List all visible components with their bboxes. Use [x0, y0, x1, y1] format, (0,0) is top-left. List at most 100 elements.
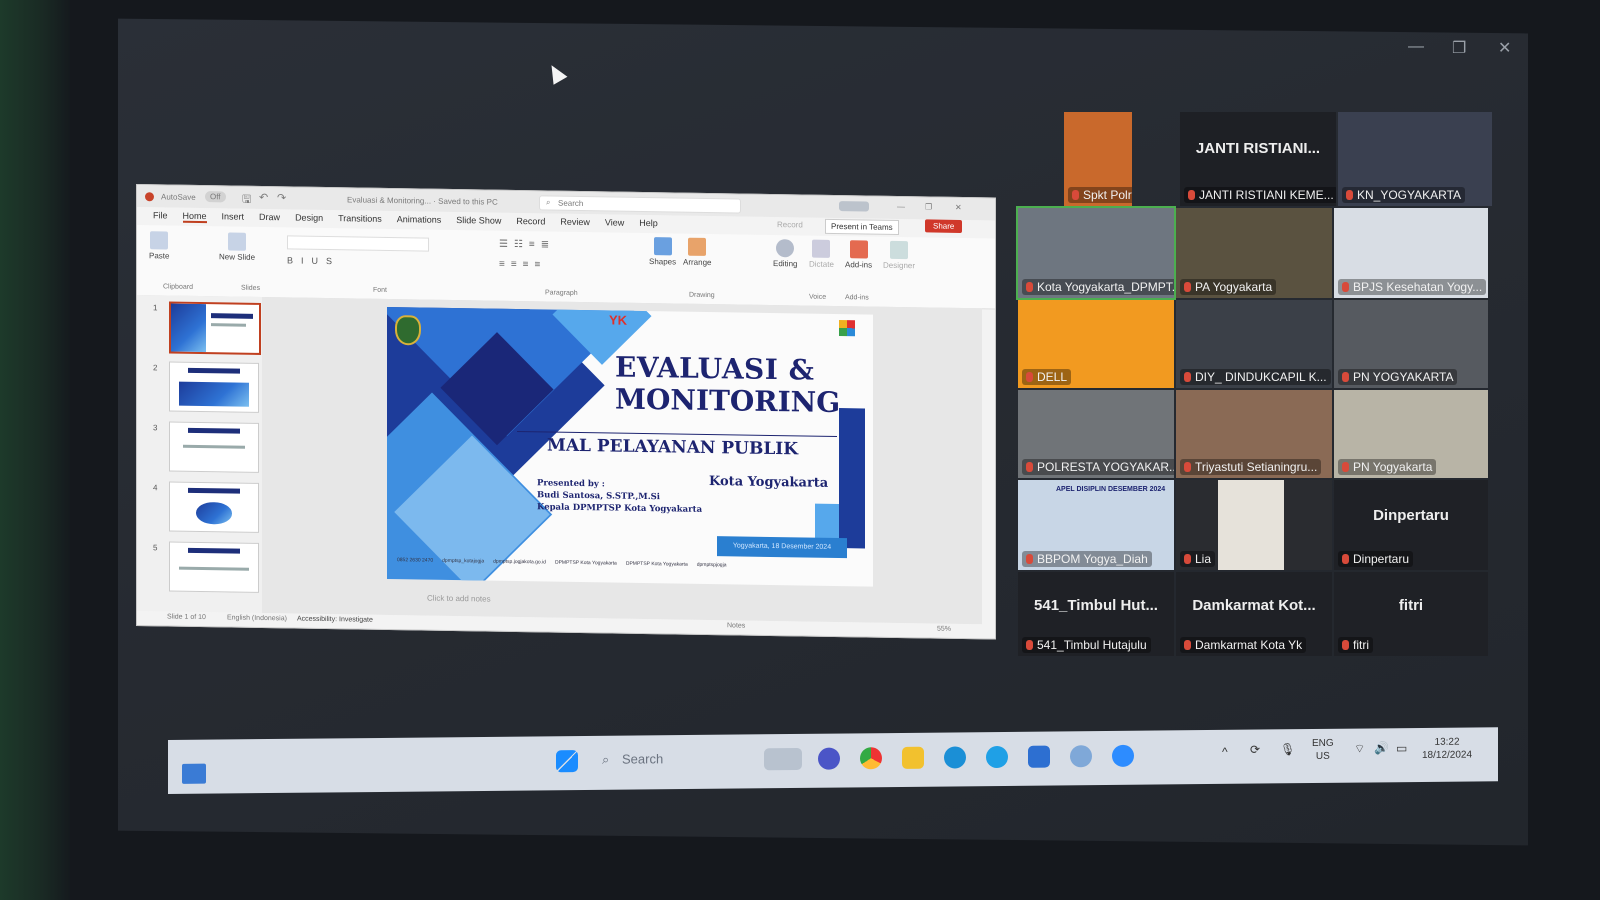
- language-status[interactable]: English (Indonesia): [227, 614, 287, 622]
- participant-tile[interactable]: PN YOGYAKARTA: [1334, 300, 1488, 388]
- list-buttons[interactable]: ☰☷≡≣: [499, 239, 555, 251]
- slide-thumbnail[interactable]: [169, 361, 259, 413]
- menu-item-draw[interactable]: Draw: [259, 212, 280, 222]
- participant-name: 541_Timbul Hutajulu: [1037, 638, 1147, 652]
- present-in-teams-button[interactable]: Present in Teams: [825, 218, 899, 235]
- participant-tile[interactable]: BPJS Kesehatan Yogy...: [1334, 208, 1488, 298]
- participant-tile[interactable]: DIY_ DINDUKCAPIL K...: [1176, 300, 1332, 388]
- participant-tile[interactable]: PA Yogyakarta: [1176, 208, 1332, 298]
- participant-tile[interactable]: 541_Timbul Hut... 541_Timbul Hutajulu: [1018, 572, 1174, 656]
- minimize-icon[interactable]: —: [1408, 38, 1424, 56]
- participant-tile[interactable]: APEL DISIPLIN DESEMBER 2024 BBPOM Yogya_D…: [1018, 480, 1174, 570]
- widgets-icon[interactable]: [182, 763, 206, 784]
- slide-thumbnail[interactable]: [169, 301, 261, 355]
- participant-name: BBPOM Yogya_Diah: [1037, 552, 1148, 566]
- menu-item-record[interactable]: Record: [516, 216, 545, 226]
- arrange-button[interactable]: Arrange: [683, 237, 711, 267]
- participant-tile[interactable]: KN_YOGYAKARTA: [1338, 112, 1492, 206]
- language-indicator[interactable]: ENG US: [1312, 737, 1334, 763]
- menu-item-animations[interactable]: Animations: [397, 214, 442, 225]
- font-name-box[interactable]: [287, 235, 429, 252]
- autosave-toggle[interactable]: Off: [205, 191, 226, 203]
- align-buttons[interactable]: ≡≡≡≡: [499, 259, 546, 271]
- search-input[interactable]: ⌕ Search: [539, 195, 741, 214]
- redo-icon[interactable]: ↷: [277, 191, 286, 204]
- taskbar-search-icon[interactable]: ⌕: [602, 752, 609, 768]
- ppt-close-icon[interactable]: ✕: [955, 203, 962, 212]
- edge-icon[interactable]: [944, 746, 966, 769]
- accessibility-status[interactable]: Accessibility: Investigate: [297, 616, 373, 624]
- ppt-minimize-icon[interactable]: —: [897, 202, 905, 211]
- landscape-widget-icon[interactable]: [764, 747, 802, 771]
- start-icon[interactable]: [556, 750, 578, 773]
- participant-tile[interactable]: fitri fitri: [1334, 572, 1488, 656]
- participant-name: DIY_ DINDUKCAPIL K...: [1195, 370, 1327, 384]
- volume-icon[interactable]: 🔊: [1374, 741, 1389, 755]
- restore-icon[interactable]: ❐: [1452, 38, 1466, 58]
- menu-item-review[interactable]: Review: [560, 217, 590, 227]
- navy-bar-shape: [839, 408, 865, 549]
- menu-item-insert[interactable]: Insert: [222, 211, 245, 221]
- menu-item-transitions[interactable]: Transitions: [338, 213, 382, 224]
- zoom-icon[interactable]: [1112, 744, 1134, 767]
- participant-tile[interactable]: Lia: [1176, 480, 1332, 570]
- participant-tile[interactable]: Kota Yogyakarta_DPMPT...: [1016, 206, 1176, 300]
- skype-icon[interactable]: [986, 745, 1008, 769]
- menu-item-help[interactable]: Help: [639, 218, 658, 228]
- mic-muted-icon: [1342, 462, 1349, 472]
- microphone-tray-icon[interactable]: 🎙: [1280, 742, 1295, 756]
- menu-item-file[interactable]: File: [153, 210, 168, 220]
- participant-tile[interactable]: Spkt Polresta Yogyak...: [1064, 112, 1132, 206]
- new-slide-button[interactable]: New Slide: [219, 232, 255, 262]
- menu-item-view[interactable]: View: [605, 217, 624, 227]
- ppt-restore-icon[interactable]: ❐: [925, 202, 932, 211]
- shapes-button[interactable]: Shapes: [649, 237, 676, 266]
- participant-tile[interactable]: Dinpertaru Dinpertaru: [1334, 480, 1488, 570]
- profile-badge[interactable]: [839, 201, 869, 212]
- zoom-level[interactable]: 55%: [937, 626, 951, 633]
- participant-tile[interactable]: DELL: [1018, 300, 1174, 388]
- group-voice: Voice: [809, 293, 827, 301]
- menu-item-home[interactable]: Home: [182, 210, 207, 224]
- teams-chat-icon[interactable]: [818, 747, 840, 770]
- participant-name: PN YOGYAKARTA: [1353, 370, 1454, 384]
- slide-thumbnail[interactable]: [169, 541, 259, 593]
- record-button[interactable]: Record: [777, 220, 803, 229]
- participant-name-label: Kota Yogyakarta_DPMPT...: [1022, 279, 1174, 295]
- slide-thumbnails-pane: 1 2 3 4 5: [137, 295, 262, 613]
- editing-button[interactable]: Editing: [773, 239, 797, 268]
- editing-icon: [776, 239, 795, 258]
- undo-icon[interactable]: ↶: [259, 191, 268, 204]
- photos-icon[interactable]: [1070, 745, 1092, 768]
- font-format-buttons[interactable]: BIUS: [287, 255, 340, 266]
- wifi-icon[interactable]: ⌔: [1354, 742, 1365, 756]
- chrome-icon[interactable]: [860, 747, 882, 770]
- chevron-up-icon[interactable]: ^: [1222, 745, 1228, 759]
- participant-tile[interactable]: Triyastuti Setianingru...: [1176, 390, 1332, 478]
- slide-thumbnail[interactable]: [169, 481, 259, 533]
- share-button[interactable]: Share: [925, 219, 963, 233]
- sync-icon[interactable]: ⟳: [1250, 743, 1260, 757]
- participant-tile[interactable]: Damkarmat Kot... Damkarmat Kota Yk: [1176, 572, 1332, 656]
- participant-tile[interactable]: PN Yogyakarta: [1334, 390, 1488, 478]
- battery-icon[interactable]: ▭: [1396, 741, 1407, 755]
- close-icon[interactable]: ✕: [1498, 38, 1511, 58]
- menu-item-slide-show[interactable]: Slide Show: [456, 215, 501, 226]
- taskbar-search-input[interactable]: Search: [622, 751, 663, 766]
- slide-1[interactable]: YK EVALUASI & MONITORING MAL PELAYANAN P…: [387, 306, 873, 587]
- notes-button[interactable]: Notes: [727, 622, 745, 629]
- file-explorer-icon[interactable]: [902, 746, 924, 769]
- addins-button[interactable]: Add-ins: [845, 240, 872, 270]
- designer-button[interactable]: Designer: [883, 240, 915, 270]
- participant-tile[interactable]: POLRESTA YOGYAKAR...: [1018, 390, 1174, 478]
- paste-button[interactable]: Paste: [149, 231, 169, 261]
- menu-item-design[interactable]: Design: [295, 212, 323, 222]
- notes-placeholder[interactable]: Click to add notes: [427, 594, 491, 604]
- clock[interactable]: 13:22 18/12/2024: [1422, 735, 1472, 761]
- dictate-button[interactable]: Dictate: [809, 239, 834, 269]
- mail-icon[interactable]: [1028, 745, 1050, 768]
- mic-muted-icon: [1342, 554, 1349, 564]
- participant-tile[interactable]: JANTI RISTIANI... JANTI RISTIANI KEME...: [1180, 112, 1336, 206]
- save-icon[interactable]: 🖫: [242, 191, 251, 210]
- slide-thumbnail[interactable]: [169, 421, 259, 473]
